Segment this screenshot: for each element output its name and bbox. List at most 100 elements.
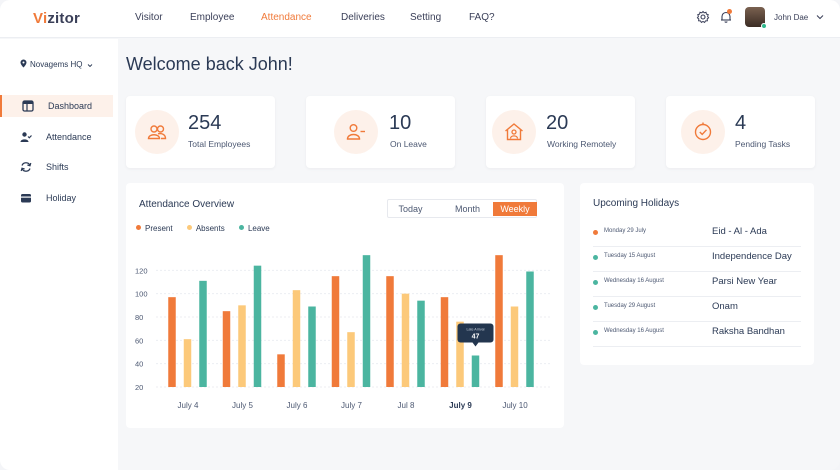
- holiday-date: Tuesday 29 August: [604, 303, 656, 309]
- sidebar-item-holiday[interactable]: Holiday: [0, 187, 113, 209]
- y-tick-label: 120: [135, 266, 148, 275]
- holiday-dot: [593, 280, 598, 285]
- holiday-name: Parsi New Year: [712, 276, 777, 287]
- stat-value: 10: [389, 112, 412, 134]
- tooltip-label: Late Arrival: [467, 328, 485, 332]
- period-toggle: Today Month Weekly: [387, 199, 537, 218]
- clock-icon: [694, 122, 712, 141]
- nav-employee[interactable]: Employee: [190, 12, 234, 23]
- tooltip-arrow: [472, 342, 479, 347]
- nav-faq[interactable]: FAQ?: [469, 12, 495, 23]
- bar-absents: [347, 332, 355, 387]
- user-name[interactable]: John Dae: [774, 13, 808, 22]
- nav-setting[interactable]: Setting: [410, 12, 441, 23]
- stat-value: 20: [546, 112, 569, 134]
- y-tick-label: 20: [135, 383, 143, 392]
- y-tick-label: 60: [135, 336, 143, 345]
- attendance-overview-card: Attendance Overview Today Month Weekly P…: [126, 183, 564, 428]
- location-selector[interactable]: Novagems HQ: [20, 59, 96, 69]
- notification-dot: [727, 9, 732, 14]
- avatar[interactable]: [745, 7, 767, 29]
- bar-leave: [526, 271, 534, 387]
- nav-deliveries[interactable]: Deliveries: [341, 12, 385, 23]
- bar-leave: [417, 300, 425, 387]
- bar-leave: [362, 255, 371, 387]
- stat-label: On Leave: [390, 139, 427, 149]
- stat-card-pending-tasks[interactable]: 4 Pending Tasks: [666, 96, 815, 168]
- logo-letter-v: V: [33, 10, 43, 27]
- attendance-bar-chart: 20 40 60 80 100 120 July 4 July 5 July 6 July 7 Ju…: [135, 255, 551, 410]
- stat-card-working-remotely[interactable]: 20 Working Remotely: [486, 96, 635, 168]
- sidebar: Novagems HQ Dashboard Attendance Shifts …: [0, 39, 118, 470]
- gear-icon[interactable]: [696, 10, 710, 24]
- x-tick-label: July 6: [287, 401, 308, 410]
- dashboard-icon: [22, 100, 34, 112]
- user-check-icon: [20, 132, 32, 142]
- card-title: Attendance Overview: [139, 199, 235, 210]
- holiday-row[interactable]: Wednesday 16 August Raksha Bandhan: [593, 322, 801, 347]
- sidebar-item-attendance[interactable]: Attendance: [0, 126, 113, 148]
- legend-label: Present: [145, 224, 173, 233]
- home-user-icon: [505, 123, 523, 141]
- x-tick-label: July 9: [449, 401, 472, 410]
- online-status-dot: [761, 23, 767, 29]
- x-tick-label: July 10: [502, 401, 528, 410]
- bar-absents: [401, 293, 410, 387]
- holiday-date: Wednesday 16 August: [604, 278, 664, 284]
- holiday-date: Monday 29 July: [604, 228, 647, 234]
- nav-visitor[interactable]: Visitor: [135, 12, 163, 23]
- y-tick-label: 40: [135, 360, 143, 369]
- bar-present: [222, 311, 231, 387]
- holiday-date: Wednesday 16 August: [604, 328, 664, 334]
- stat-icon-badge: [492, 110, 536, 154]
- stat-icon-badge: [681, 110, 725, 154]
- x-tick-label: July 5: [232, 401, 253, 410]
- tooltip-value: 47: [472, 334, 480, 341]
- stat-card-total-employees[interactable]: 254 Total Employees: [126, 96, 275, 168]
- holiday-dot: [593, 305, 598, 310]
- legend-item-absents: Absents: [186, 224, 225, 233]
- users-icon: [147, 125, 167, 140]
- chart-legend: Present Absents Leave: [136, 224, 282, 233]
- chevron-down-icon[interactable]: [816, 14, 824, 20]
- legend-label: Absents: [195, 224, 225, 233]
- user-minus-icon: [346, 124, 365, 140]
- holiday-name: Raksha Bandhan: [712, 326, 785, 337]
- holiday-row[interactable]: Monday 29 July Eid - Al - Ada: [593, 222, 801, 247]
- stat-card-on-leave[interactable]: 10 On Leave: [306, 96, 455, 168]
- holiday-date: Tuesday 15 August: [604, 253, 656, 259]
- sidebar-item-label: Dashboard: [48, 101, 93, 111]
- sidebar-item-dashboard[interactable]: Dashboard: [0, 95, 113, 117]
- x-tick-label: July 7: [341, 401, 362, 410]
- stat-icon-badge: [135, 110, 179, 154]
- stat-label: Total Employees: [188, 139, 251, 149]
- app-frame: Vizitor Visitor Employee Attendance Deli…: [0, 0, 840, 470]
- tab-today[interactable]: Today: [390, 202, 431, 216]
- holiday-row[interactable]: Tuesday 29 August Onam: [593, 297, 801, 322]
- location-label: Novagems HQ: [30, 60, 83, 69]
- location-pin-icon: [20, 59, 27, 68]
- bar-leave: [308, 306, 316, 387]
- tab-weekly[interactable]: Weekly: [493, 202, 537, 216]
- holiday-name: Onam: [712, 301, 738, 312]
- holiday-row[interactable]: Tuesday 15 August Independence Day: [593, 247, 801, 272]
- stat-value: 4: [735, 112, 747, 134]
- nav-attendance[interactable]: Attendance: [261, 12, 312, 23]
- bar-present: [331, 276, 340, 387]
- tab-month[interactable]: Month: [445, 202, 490, 216]
- holiday-name: Eid - Al - Ada: [712, 226, 767, 237]
- page-title: Welcome back John!: [126, 54, 293, 74]
- app-logo[interactable]: Vizitor: [33, 10, 80, 27]
- stat-icon-badge: [334, 110, 378, 154]
- sidebar-item-shifts[interactable]: Shifts: [0, 156, 113, 178]
- bar-absents: [238, 305, 246, 387]
- bar-present: [386, 276, 394, 387]
- bar-present: [168, 297, 176, 387]
- sidebar-item-label: Shifts: [46, 162, 69, 172]
- wallet-icon: [21, 194, 31, 203]
- sidebar-item-label: Holiday: [46, 193, 77, 203]
- logo-text: zitor: [47, 10, 80, 27]
- holiday-dot: [593, 230, 598, 235]
- bar-present: [277, 354, 285, 387]
- holiday-row[interactable]: Wednesday 16 August Parsi New Year: [593, 272, 801, 297]
